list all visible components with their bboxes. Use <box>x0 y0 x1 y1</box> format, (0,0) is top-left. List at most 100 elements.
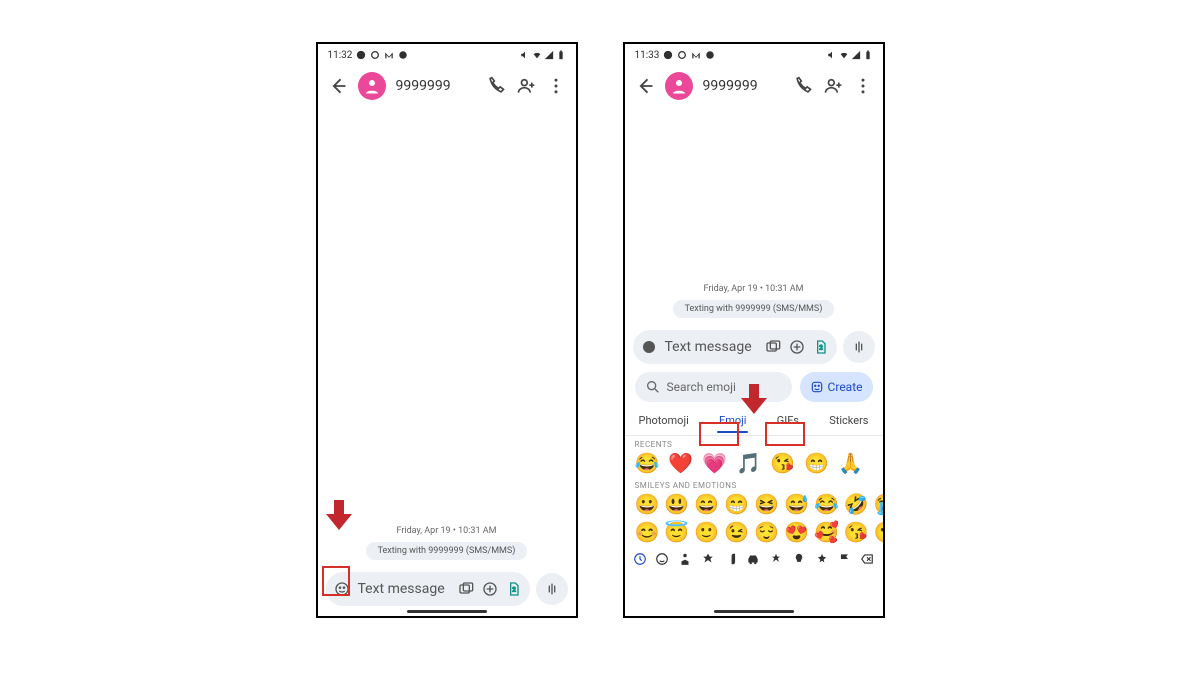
back-icon[interactable] <box>635 76 655 96</box>
emoji[interactable]: 😂 <box>814 492 839 516</box>
wifi-icon <box>532 50 542 60</box>
face-icon <box>810 380 824 394</box>
emoji[interactable]: 😅 <box>784 492 809 516</box>
battery-icon <box>863 50 873 60</box>
home-bar[interactable] <box>714 610 794 613</box>
compose-input[interactable]: Text message 2 <box>633 330 837 364</box>
more-icon[interactable] <box>853 76 873 96</box>
waveform-icon <box>544 581 560 597</box>
conversation-header: 9999999 <box>318 66 576 106</box>
avatar[interactable] <box>665 72 693 100</box>
smileys-row-1: 😀 😃 😄 😁 😆 😅 😂 🤣 😭 🥳 <box>625 490 883 518</box>
cat-smiley-icon[interactable] <box>655 552 669 566</box>
svg-text:2: 2 <box>512 587 516 594</box>
create-button[interactable]: Create <box>800 372 873 402</box>
signal-icon <box>851 50 861 60</box>
status-time: 11:33 <box>635 50 660 61</box>
svg-text:2: 2 <box>819 345 823 352</box>
emoji[interactable]: ❤️ <box>668 451 693 475</box>
recents-row: 😂 ❤️ 💗 🎵 😘 😁 🙏 <box>625 449 883 477</box>
mute-icon <box>520 50 530 60</box>
emoji[interactable]: 🎵 <box>736 451 761 475</box>
battery-icon <box>556 50 566 60</box>
plus-icon[interactable] <box>789 339 805 355</box>
cat-backspace-icon[interactable] <box>860 552 874 566</box>
status-time: 11:32 <box>328 50 353 61</box>
emoji[interactable]: 😄 <box>694 492 719 516</box>
emoji-category-row <box>625 546 883 578</box>
call-icon[interactable] <box>793 76 813 96</box>
message-area: Friday, Apr 19 • 10:31 AM Texting with 9… <box>625 106 883 324</box>
tab-stickers[interactable]: Stickers <box>825 412 872 433</box>
gallery-icon[interactable] <box>765 339 781 355</box>
sim-icon[interactable]: 2 <box>506 581 522 597</box>
emoji[interactable]: 😌 <box>754 520 779 544</box>
tab-photomoji[interactable]: Photomoji <box>635 412 693 433</box>
emoji[interactable]: 💗 <box>702 451 727 475</box>
timestamp: Friday, Apr 19 • 10:31 AM <box>397 526 497 536</box>
recents-label: RECENTS <box>625 436 883 449</box>
emoji[interactable]: 😉 <box>724 520 749 544</box>
emoji[interactable]: 😃 <box>664 492 689 516</box>
cat-food-icon[interactable] <box>724 552 738 566</box>
g-icon <box>705 50 715 60</box>
whatsapp-icon <box>663 50 673 60</box>
cat-symbols-icon[interactable] <box>815 552 829 566</box>
cat-travel-icon[interactable] <box>746 552 760 566</box>
cat-recent-icon[interactable] <box>633 552 647 566</box>
emoji[interactable]: 🙏 <box>838 451 863 475</box>
emoji[interactable]: 🤣 <box>844 492 869 516</box>
circle-icon <box>677 50 687 60</box>
info-pill: Texting with 9999999 (SMS/MMS) <box>366 542 528 560</box>
status-bar: 11:33 <box>625 44 883 66</box>
annotation-arrow <box>741 384 767 418</box>
annotation-arrow <box>326 500 352 534</box>
annotation-box-gifs-tab <box>765 422 805 446</box>
audio-button[interactable] <box>536 573 568 605</box>
emoji[interactable]: 😍 <box>784 520 809 544</box>
compose-placeholder: Text message <box>665 339 757 355</box>
avatar[interactable] <box>358 72 386 100</box>
gallery-icon[interactable] <box>458 581 474 597</box>
call-icon[interactable] <box>486 76 506 96</box>
contact-name[interactable]: 9999999 <box>703 78 783 94</box>
back-icon[interactable] <box>328 76 348 96</box>
emoji-icon-filled[interactable] <box>641 339 657 355</box>
emoji-search-input[interactable]: Search emoji <box>635 372 792 402</box>
home-bar[interactable] <box>407 610 487 613</box>
compose-input[interactable]: Text message 2 <box>326 572 530 606</box>
add-person-icon[interactable] <box>516 76 536 96</box>
emoji[interactable]: 😘 <box>844 520 869 544</box>
emoji[interactable]: 😁 <box>804 451 829 475</box>
emoji[interactable]: 🥰 <box>814 520 839 544</box>
whatsapp-icon <box>356 50 366 60</box>
cat-people-icon[interactable] <box>678 552 692 566</box>
contact-name[interactable]: 9999999 <box>396 78 476 94</box>
emoji[interactable]: 😊 <box>635 520 660 544</box>
search-placeholder: Search emoji <box>667 380 736 394</box>
emoji[interactable]: 🙂 <box>694 520 719 544</box>
conversation-header: 9999999 <box>625 66 883 106</box>
m-icon <box>384 50 394 60</box>
emoji[interactable]: 😀 <box>635 492 660 516</box>
emoji[interactable]: 😘 <box>770 451 795 475</box>
waveform-icon <box>851 339 867 355</box>
message-area: Friday, Apr 19 • 10:31 AM Texting with 9… <box>318 106 576 566</box>
add-person-icon[interactable] <box>823 76 843 96</box>
cat-objects-icon[interactable] <box>792 552 806 566</box>
emoji[interactable]: 😆 <box>754 492 779 516</box>
emoji[interactable]: 😗 <box>874 520 885 544</box>
sim-icon[interactable]: 2 <box>813 339 829 355</box>
annotation-box-emoji <box>322 566 350 596</box>
cat-flags-icon[interactable] <box>838 552 852 566</box>
emoji[interactable]: 😭 <box>874 492 885 516</box>
plus-icon[interactable] <box>482 581 498 597</box>
compose-placeholder: Text message <box>358 581 450 597</box>
cat-animals-icon[interactable] <box>701 552 715 566</box>
emoji[interactable]: 😂 <box>635 451 660 475</box>
emoji[interactable]: 😁 <box>724 492 749 516</box>
audio-button[interactable] <box>843 331 875 363</box>
more-icon[interactable] <box>546 76 566 96</box>
emoji[interactable]: 😇 <box>664 520 689 544</box>
cat-activity-icon[interactable] <box>769 552 783 566</box>
